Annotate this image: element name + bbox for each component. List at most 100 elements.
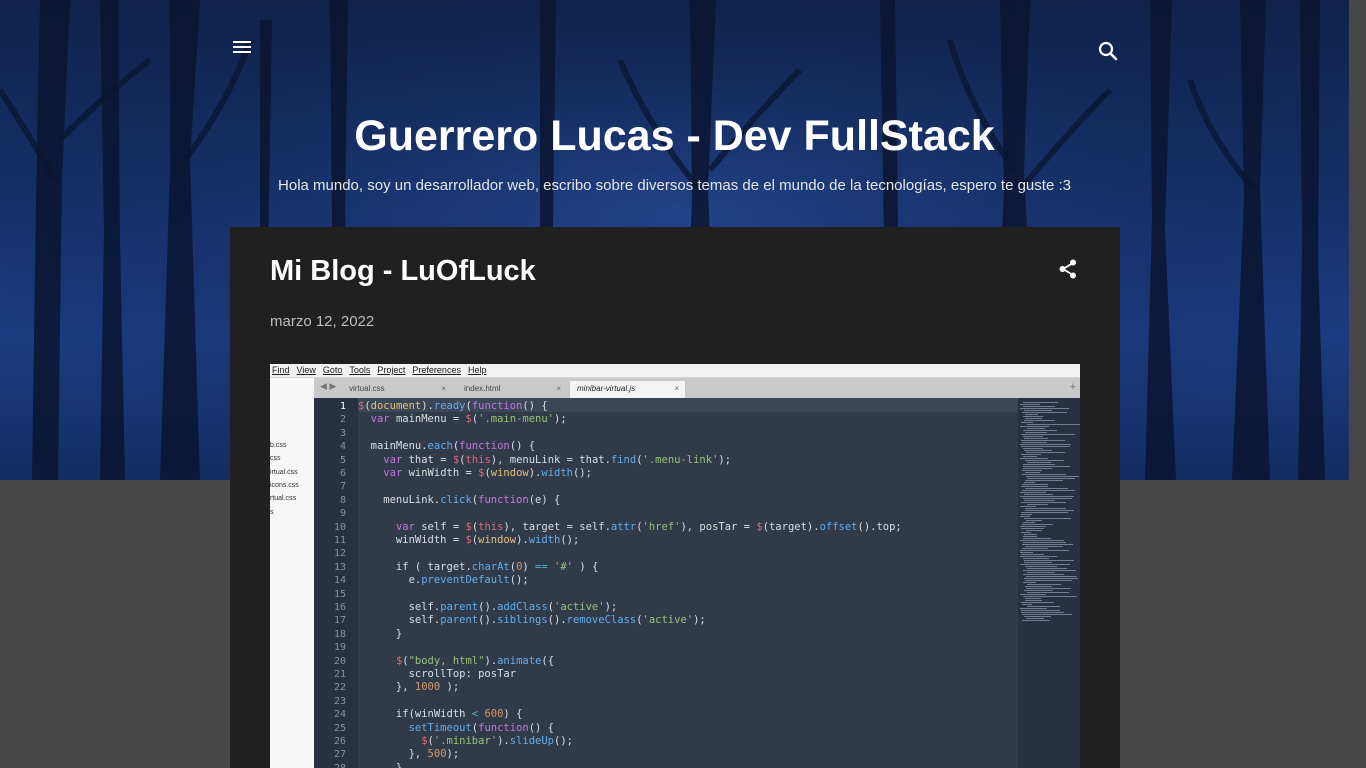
minimap-line <box>1027 572 1055 573</box>
code-token: (). <box>478 614 498 627</box>
post-image[interactable]: Find View Goto Tools Project Preferences Help … <box>270 364 1080 768</box>
minimap-line <box>1022 604 1032 605</box>
minimap-line <box>1024 500 1055 501</box>
line-number: 13 <box>333 561 346 573</box>
minimap-line <box>1025 586 1052 587</box>
minimap-line <box>1023 558 1049 559</box>
code-token: ), target = self. <box>503 520 611 533</box>
minimap-line <box>1022 474 1066 475</box>
code-token: 'active' <box>642 614 694 627</box>
code-token: ). <box>516 534 529 546</box>
close-icon: × <box>674 384 679 393</box>
minimap-line <box>1025 546 1063 547</box>
minimap-line <box>1024 560 1074 561</box>
editor-gutter: 1 2 3 4 5 6 7 8 9 10 11 12 13 14 15 16 17 18 19 20 21 22 23 24 2… <box>314 398 358 768</box>
code-token: (). <box>478 601 498 613</box>
minimap-line <box>1023 536 1037 537</box>
editor-menu-item: View <box>296 365 316 375</box>
minimap-line <box>1023 570 1076 571</box>
code-token: parent <box>440 601 479 613</box>
code-token: document <box>370 400 422 412</box>
code-line: self.parent().addClass('active'); <box>358 601 618 614</box>
minimap-line <box>1026 452 1065 453</box>
blog-description: Hola mundo, soy un desarrollador web, es… <box>278 177 1071 194</box>
code-token: window <box>490 467 529 479</box>
minimap-line <box>1021 422 1033 423</box>
minimap-line <box>1023 406 1055 407</box>
code-line: setTimeout(function() { <box>358 722 554 735</box>
line-number: 23 <box>333 695 346 707</box>
minimap-line <box>1021 454 1041 455</box>
code-token: ready <box>433 400 466 412</box>
code-line: winWidth = $(window).width(); <box>358 534 579 547</box>
minimap-line <box>1022 544 1073 545</box>
line-number: 20 <box>333 655 346 667</box>
minimap-line <box>1023 430 1057 431</box>
minimap-line <box>1020 492 1046 493</box>
share-icon[interactable] <box>1056 257 1080 281</box>
code-token: animate <box>497 654 542 667</box>
post-card: Mi Blog - LuOfLuck marzo 12, 2022 Find Vi… <box>230 227 1120 768</box>
minimap-line <box>1025 480 1063 481</box>
close-icon: × <box>556 384 561 393</box>
code-token: (e) { <box>528 493 561 506</box>
minimap-line <box>1020 526 1046 527</box>
code-token: } <box>358 627 403 640</box>
editor-tab-label: virtual.css <box>349 384 385 393</box>
minimap-line <box>1027 592 1069 593</box>
editor-tab-active: minibar-virtual.js × <box>570 381 685 398</box>
code-token: ) { <box>573 560 599 573</box>
search-icon[interactable] <box>1096 39 1120 63</box>
line-number: 14 <box>333 575 346 587</box>
blog-title[interactable]: Guerrero Lucas - Dev FullStack <box>0 112 1349 161</box>
code-token: ). <box>421 400 434 412</box>
code-token: var <box>370 413 390 426</box>
code-token: siblings <box>497 614 548 627</box>
minimap-line <box>1027 568 1067 569</box>
line-number: 12 <box>333 548 346 560</box>
code-line: var mainMenu = $('.main-menu'); <box>358 413 567 426</box>
editor-file-sidebar: b.css css irtual.css icons.css rtual.css s <box>270 378 314 768</box>
minimap-line <box>1027 504 1048 505</box>
code-token: that = <box>402 453 453 466</box>
hamburger-menu-icon[interactable] <box>230 38 254 58</box>
code-token: winWidth = <box>358 534 466 546</box>
minimap-line <box>1023 416 1043 417</box>
sidebar-file-item: css <box>270 455 281 463</box>
code-token: 1000 <box>414 681 441 694</box>
post-title[interactable]: Mi Blog - LuOfLuck <box>270 255 536 288</box>
code-token: 'href' <box>642 520 681 533</box>
line-number: 19 <box>333 642 346 654</box>
code-token: }, <box>358 748 428 761</box>
code-token: self. <box>358 614 441 627</box>
code-token: function <box>478 493 529 506</box>
minimap-line <box>1025 598 1041 599</box>
minimap-line <box>1020 506 1036 507</box>
share-icon-glyph <box>1059 259 1076 279</box>
minimap-line <box>1024 438 1048 439</box>
minimap-line <box>1020 540 1064 541</box>
code-token: ), posTar = <box>680 520 757 533</box>
code-token: width <box>541 467 573 479</box>
code-token: find <box>610 453 637 466</box>
minimap-line <box>1020 404 1040 405</box>
minimap-line <box>1021 502 1066 503</box>
minimap-line <box>1021 612 1064 613</box>
code-token: var <box>395 520 415 533</box>
code-token: () { <box>522 400 548 412</box>
minimap-line <box>1020 426 1049 427</box>
code-token: ); <box>604 601 618 613</box>
line-number: 22 <box>333 682 346 694</box>
code-token: '#' <box>554 560 573 573</box>
minimap-line <box>1022 490 1075 491</box>
minimap-line <box>1021 528 1044 529</box>
line-number: 10 <box>333 521 346 533</box>
minimap-line <box>1023 498 1072 499</box>
post-date[interactable]: marzo 12, 2022 <box>270 313 374 330</box>
minimap-line <box>1027 462 1051 463</box>
code-token: var <box>383 453 403 466</box>
minimap-line <box>1025 414 1038 415</box>
